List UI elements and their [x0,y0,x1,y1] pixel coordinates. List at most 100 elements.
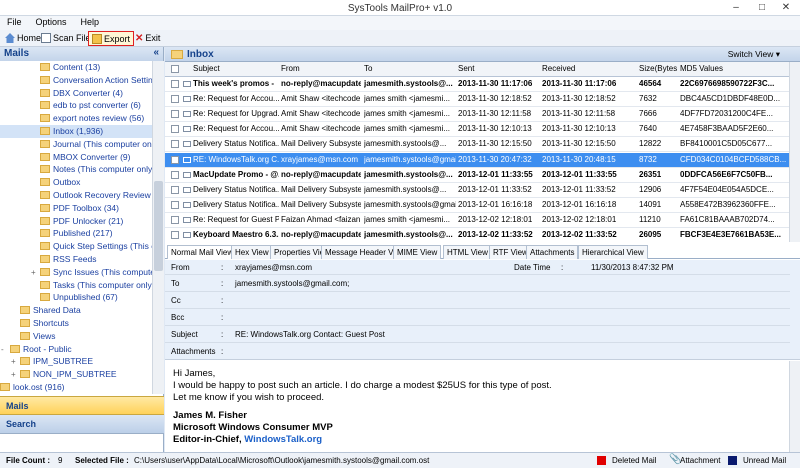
deleted-mail-legend: Deleted Mail [612,456,657,465]
folder-item[interactable]: DBX Converter (4) [0,87,152,100]
mail-row[interactable]: Re: Request for Accou... Amit Shaw <itech… [165,122,789,138]
menu-file[interactable]: File [0,16,29,28]
row-checkbox[interactable] [171,95,179,104]
expander-icon[interactable]: - [1,343,4,356]
folder-item[interactable]: Published (217) [0,227,152,240]
expander-icon[interactable]: + [31,266,36,279]
folder-item[interactable]: RSS Feeds [0,253,152,266]
cell-sent: 2013-12-01 16:16:18 [458,199,533,209]
menu-options[interactable]: Options [29,16,74,28]
column-header[interactable]: Sent [458,64,540,73]
folder-icon [40,75,50,84]
export-button[interactable]: Export [88,31,135,46]
body-scrollbar[interactable] [789,361,800,452]
row-checkbox[interactable] [171,140,179,149]
folder-item[interactable]: export notes review (56) [0,112,152,125]
tab-view[interactable]: Normal Mail View [167,245,238,259]
signature-role: Editor-in-Chief, WindowsTalk.org [173,434,781,446]
select-all-checkbox[interactable] [171,65,179,73]
row-checkbox[interactable] [171,110,179,119]
folder-item[interactable]: look.ost (916) [0,381,152,394]
expander-icon[interactable]: + [11,355,16,368]
nav-mails-button[interactable]: Mails [0,396,164,415]
column-header[interactable]: Size(Bytes) [639,64,677,73]
folder-item[interactable]: Outlook Recovery Review (62 [0,189,152,202]
folder-item[interactable]: Notes (This computer only) [0,163,152,176]
scan-file-button[interactable]: Scan File [38,31,94,46]
row-checkbox[interactable] [171,231,179,239]
mail-row[interactable]: RE: WindowsTalk.org C... xrayjames@msn.co… [165,152,789,168]
cell-subject: Re: Request for Guest P... [193,214,279,224]
divider [165,291,790,292]
cell-to: jamesmith.systools@... [364,79,453,88]
mail-row[interactable]: Delivery Status Notifica... Mail Delivery… [165,137,789,153]
folder-item[interactable]: Content (13) [0,61,152,74]
nav-search-button[interactable]: Search [0,415,164,434]
mail-row[interactable]: MacUpdate Promo - @... no-reply@macupdate… [165,168,789,183]
cell-subject: Delivery Status Notifica... [193,199,279,209]
mail-row[interactable]: Re: Request for Guest P... Faizan Ahmad <… [165,213,789,228]
minimize-icon[interactable]: – [724,0,748,16]
cell-size: 26095 [639,230,662,239]
maximize-icon[interactable]: □ [750,0,774,16]
row-checkbox[interactable] [171,125,179,134]
mail-row[interactable]: Re: Request for Upgrad... Amit Shaw <itec… [165,107,789,123]
mail-row[interactable]: This week's promos - no-reply@macupdate..… [165,77,789,92]
tab-view[interactable]: Hierarchical View [578,245,648,259]
tab-view[interactable]: Attachments [526,245,579,259]
row-checkbox[interactable] [171,200,179,209]
folder-item[interactable]: PDF Toolbox (34) [0,202,152,215]
folder-item[interactable]: Conversation Action Settings [0,74,152,87]
column-header[interactable]: Subject [193,64,279,73]
folder-item[interactable]: + Sync Issues (This computer or [0,266,152,279]
folder-item[interactable]: Journal (This computer only) [0,138,152,151]
column-header[interactable]: MD5 Values [680,64,786,73]
expander-icon[interactable]: + [11,368,16,381]
folder-item[interactable]: + IPM_SUBTREE [0,355,152,368]
folder-item[interactable]: Inbox (1,936) [0,125,152,138]
tab-view[interactable]: HTML View [443,245,492,259]
folder-item[interactable]: Shortcuts [0,317,152,330]
folder-icon [40,178,50,187]
tree-scrollbar[interactable] [152,61,164,394]
folder-item[interactable]: Unpublished (67) [0,291,152,304]
folder-item[interactable]: + NON_IPM_SUBTREE [0,368,152,381]
folder-item[interactable]: PDF Unlocker (21) [0,215,152,228]
collapse-pane-icon[interactable]: « [153,47,159,58]
mail-row[interactable]: Re: Request for Accou... Amit Shaw <itech… [165,92,789,108]
folder-item[interactable]: MBOX Converter (9) [0,151,152,164]
row-checkbox[interactable] [171,155,179,164]
close-icon[interactable]: ✕ [774,0,798,16]
selected-file-path: C:\Users\user\AppData\Local\Microsoft\Ou… [134,456,430,465]
folder-item[interactable]: - Root - Public [0,343,152,356]
folder-tree[interactable]: Content (13) Conversation Action Settings… [0,61,152,394]
mail-row[interactable]: Delivery Status Notifica... Mail Delivery… [165,183,789,198]
mail-row[interactable]: Keyboard Maestro 6.3... no-reply@macupdat… [165,228,789,242]
folder-item[interactable]: edb to pst converter (6) [0,99,152,112]
cell-to: james smith <jamesmi... [364,109,451,119]
folder-item[interactable]: Views [0,330,152,343]
folder-item[interactable]: Quick Step Settings (This co [0,240,152,253]
folder-item[interactable]: Tasks (This computer only) [0,279,152,292]
tab-view[interactable]: MIME View [393,245,442,259]
mail-row[interactable]: Delivery Status Notifica... Mail Delivery… [165,198,789,213]
switch-view-button[interactable]: Switch View ▾ [728,49,780,60]
folder-item[interactable]: Outbox [0,176,152,189]
column-header[interactable]: Received [542,64,636,73]
menu-help[interactable]: Help [74,16,107,28]
signature-link[interactable]: WindowsTalk.org [244,434,322,445]
column-header[interactable]: From [281,64,361,73]
cell-size: 11210 [639,214,661,224]
cell-size: 8732 [639,154,657,164]
row-checkbox[interactable] [171,215,179,224]
row-checkbox[interactable] [171,80,179,88]
exit-button[interactable]: ✕ Exit [132,31,163,46]
row-checkbox[interactable] [171,170,179,179]
folder-label: Journal (This computer only) [53,138,152,149]
grid-scrollbar[interactable] [789,62,800,242]
tree-scroll-thumb[interactable] [154,181,163,271]
row-checkbox[interactable] [171,185,179,194]
column-header[interactable]: To [364,64,456,73]
folder-item[interactable]: Shared Data [0,304,152,317]
tab-view[interactable]: Hex View [231,245,273,259]
